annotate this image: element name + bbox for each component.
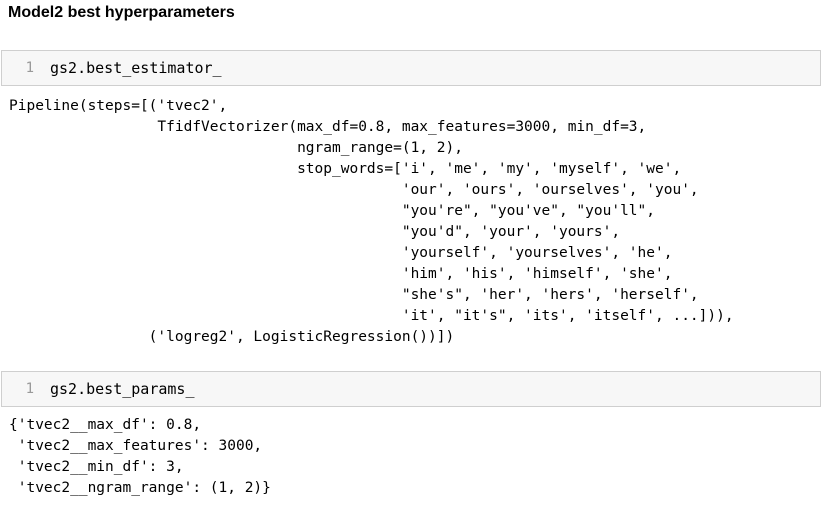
cell-output-pipeline: Pipeline(steps=[('tvec2', TfidfVectorize… xyxy=(9,98,734,345)
code-input-cell-params[interactable]: 1 gs2.best_params_ xyxy=(1,371,821,407)
line-number: 1 xyxy=(25,381,34,397)
cell-output-params: {'tvec2__max_df': 0.8, 'tvec2__max_featu… xyxy=(9,417,271,496)
code-input-cell-estimator[interactable]: 1 gs2.best_estimator_ xyxy=(1,50,821,86)
section-heading: Model2 best hyperparameters xyxy=(8,4,235,21)
code-input-text[interactable]: gs2.best_estimator_ xyxy=(50,59,222,77)
line-number: 1 xyxy=(25,60,34,76)
code-input-text[interactable]: gs2.best_params_ xyxy=(50,380,195,398)
